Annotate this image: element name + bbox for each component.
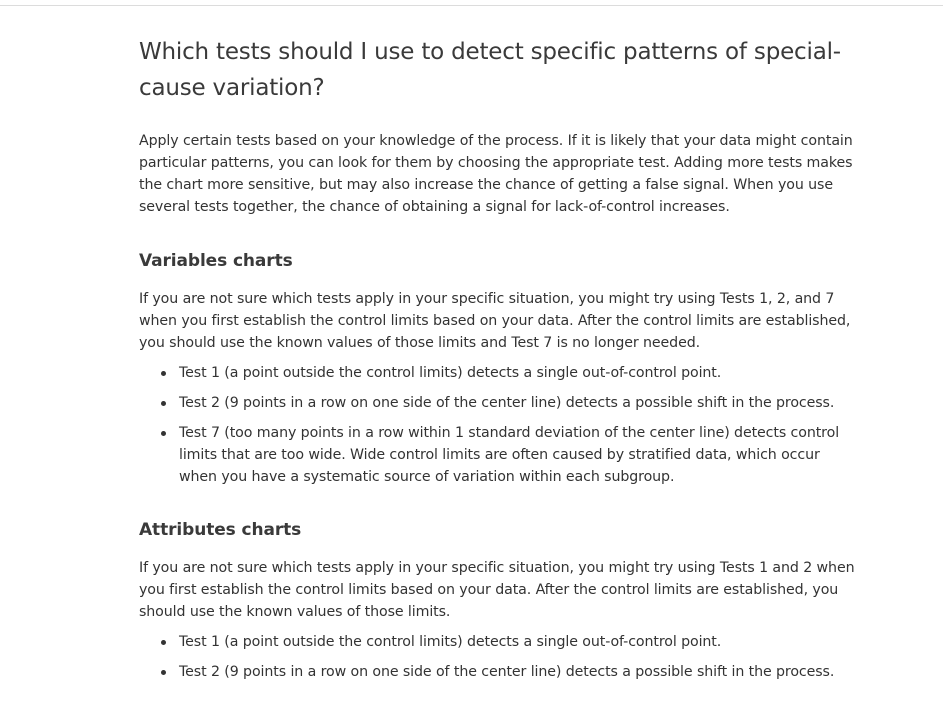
section-heading-attributes-charts: Attributes charts (139, 520, 302, 540)
top-divider (0, 5, 943, 6)
intro-paragraph: Apply certain tests based on your knowle… (139, 133, 853, 215)
list-item-text: Test 1 (a point outside the control limi… (179, 634, 722, 650)
section-heading-variables-charts: Variables charts (139, 251, 293, 271)
bullet-icon (161, 640, 166, 645)
bullet-icon (161, 401, 166, 406)
list-item-text: Test 2 (9 points in a row on one side of… (179, 395, 835, 411)
bullet-icon (161, 431, 166, 436)
variables-charts-test-list: Test 1 (a point outside the control limi… (139, 362, 861, 488)
list-item: Test 1 (a point outside the control limi… (139, 362, 861, 384)
list-item: Test 2 (9 points in a row on one side of… (139, 661, 861, 683)
attributes-charts-test-list: Test 1 (a point outside the control limi… (139, 631, 861, 683)
list-item-text: Test 7 (too many points in a row within … (179, 425, 840, 485)
bullet-icon (161, 670, 166, 675)
list-item: Test 1 (a point outside the control limi… (139, 631, 861, 653)
list-item-text: Test 1 (a point outside the control limi… (179, 365, 722, 381)
list-item: Test 2 (9 points in a row on one side of… (139, 392, 861, 414)
article-content: Which tests should I use to detect speci… (139, 34, 861, 691)
list-item-text: Test 2 (9 points in a row on one side of… (179, 664, 835, 680)
variables-charts-paragraph: If you are not sure which tests apply in… (139, 291, 851, 351)
page-title: Which tests should I use to detect speci… (139, 39, 841, 101)
attributes-charts-paragraph: If you are not sure which tests apply in… (139, 560, 855, 620)
bullet-icon (161, 371, 166, 376)
list-item: Test 7 (too many points in a row within … (139, 422, 861, 488)
